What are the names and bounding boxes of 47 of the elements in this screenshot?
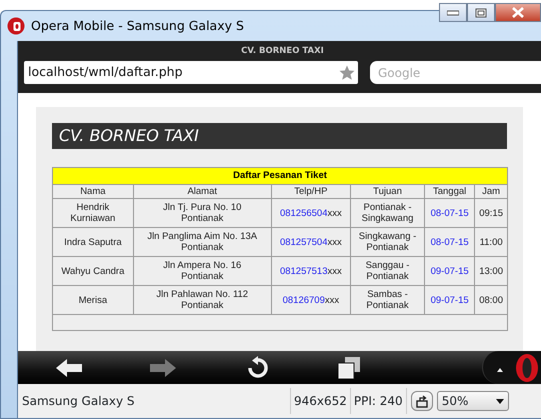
table-caption: Daftar Pesanan Tiket xyxy=(52,168,508,184)
window-title: Opera Mobile - Samsung Galaxy S xyxy=(31,16,244,35)
table-cell: Hendrik Kurniawan xyxy=(52,198,134,228)
table-cell: Wahyu Candra xyxy=(52,256,134,286)
table-cell: Jln Tj. Pura No. 10 Pontianak xyxy=(133,198,272,228)
search-field[interactable]: Google xyxy=(370,61,541,84)
minimize-icon xyxy=(447,10,459,16)
page-title: CV. BORNEO TAXI xyxy=(240,45,325,58)
table-cell: Merisa xyxy=(52,286,134,315)
table-cell: Jln Pahlawan No. 112 Pontianak xyxy=(133,286,272,315)
rotate-button[interactable] xyxy=(410,391,433,411)
column-header: Jam xyxy=(474,184,508,199)
device-name: Samsung Galaxy S xyxy=(21,393,136,410)
back-icon[interactable] xyxy=(56,358,82,376)
opera-menu-icon[interactable] xyxy=(482,351,541,384)
table-cell: 11:00 xyxy=(474,228,508,257)
page-heading: CV. BORNEO TAXI xyxy=(52,123,507,149)
table-cell: Singkawang - Pontianak xyxy=(350,228,425,257)
column-header: Nama xyxy=(52,184,134,199)
caret-icon xyxy=(496,398,504,404)
address-field[interactable]: localhost/wml/daftar.php xyxy=(24,61,358,84)
column-header: Tujuan xyxy=(350,184,425,199)
browser-logo-icon xyxy=(7,17,25,35)
table-cell: Sambas - Pontianak xyxy=(350,286,425,315)
close-icon xyxy=(511,7,525,18)
column-header: Tanggal xyxy=(424,184,475,199)
reload-icon[interactable] xyxy=(246,356,270,380)
table-cell: Jln Ampera No. 16 Pontianak xyxy=(133,256,272,286)
column-header: Alamat xyxy=(133,184,272,199)
column-header: Telp/HP xyxy=(271,184,350,199)
maximize-icon xyxy=(475,8,487,18)
table-cell: Sanggau - Pontianak xyxy=(350,256,425,286)
zoom-dropdown[interactable]: 50% xyxy=(436,391,509,411)
minimize-button[interactable] xyxy=(439,3,467,22)
table-cell: 13:00 xyxy=(474,256,508,286)
resolution-label: 946x652 xyxy=(293,393,348,410)
table-cell: 08:00 xyxy=(474,286,508,315)
maximize-button[interactable] xyxy=(467,3,495,22)
table-cell: 09:15 xyxy=(474,198,508,228)
table-cell: Jln Panglima Aim No. 13A Pontianak xyxy=(133,228,272,257)
table-cell: Pontianak - Singkawang xyxy=(350,198,425,228)
bookmark-star-icon[interactable] xyxy=(339,64,355,80)
tabs-icon[interactable] xyxy=(338,356,360,378)
rotate-icon xyxy=(416,394,428,408)
close-button[interactable] xyxy=(495,3,541,22)
ppi-label: PPI: 240 xyxy=(352,393,404,410)
table-cell: Indra Saputra xyxy=(52,228,134,257)
